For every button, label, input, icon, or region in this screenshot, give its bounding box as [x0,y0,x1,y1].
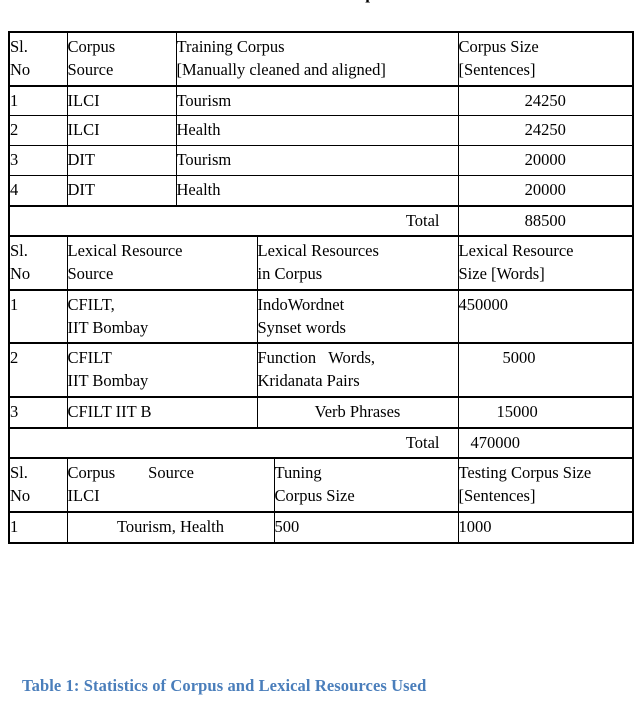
s1-header-sl-no: Sl. No [8,31,68,87]
s2-header-sl-no: Sl. No [8,235,68,291]
table-row: 1 Tourism, Health 500 1000 [8,511,634,544]
s3-row1-tuning-size: 500 [273,511,459,544]
statistics-table: Sl. No Corpus Source Training Corpus [Ma… [8,31,634,544]
s2-header-lexical-resource-size: Lexical Resource Size [Words] [457,235,634,291]
s2-header-lexical-resources-in-corpus: Lexical Resources in Corpus [256,235,459,291]
s2-row1-size: 450000 [457,288,634,344]
table-container: Sl. No Corpus Source Training Corpus [Ma… [8,31,634,544]
s1-row3-source: DIT [66,145,177,176]
s2-row3-size: 15000 [457,395,634,429]
s3-header-tuning-corpus-size: Tuning Corpus Size [273,457,459,513]
s3-row1-source: Tourism, Health [66,511,275,544]
table-row: 2 ILCI Health 24250 [8,115,634,147]
s1-total-label: Total [8,204,459,238]
table-row: 4 DIT Health 20000 [8,174,634,207]
s1-row2-corpus: Health [175,115,459,147]
table-row: 2 CFILT IIT Bombay Function Words, Krida… [8,342,634,398]
table-caption: Table 1: Statistics of Corpus and Lexica… [22,676,427,695]
s1-row4-sl-no: 4 [8,174,68,207]
s1-header-training-corpus: Training Corpus [Manually cleaned and al… [175,31,459,87]
section2-header-row: Sl. No Lexical Resource Source Lexical R… [8,235,634,291]
s1-row3-corpus: Tourism [175,145,459,176]
s2-row1-resource: IndoWordnet Synset words [256,288,459,344]
s2-total-label: Total [8,426,459,460]
section1-total-row: Total 88500 [8,204,634,238]
s1-total-value: 88500 [457,204,634,238]
section3-header-row: Sl. No Corpus Source ILCI Tuning Corpus … [8,457,634,513]
s1-row2-source: ILCI [66,115,177,147]
s1-row4-size: 20000 [457,174,634,207]
s2-row3-source: CFILT IIT B [66,395,258,429]
s2-row3-resource: Verb Phrases [256,395,459,429]
section1-header-row: Sl. No Corpus Source Training Corpus [Ma… [8,31,634,87]
s1-row1-size: 24250 [457,84,634,117]
s2-row2-sl-no: 2 [8,342,68,398]
s1-header-corpus-source: Corpus Source [66,31,177,87]
s1-row2-size: 24250 [457,115,634,147]
s2-row2-resource: Function Words, Kridanata Pairs [256,342,459,398]
s2-row2-size: 5000 [457,342,634,398]
s1-row2-sl-no: 2 [8,115,68,147]
table-row: 3 CFILT IIT B Verb Phrases 15000 [8,395,634,429]
s2-total-value: 470000 [457,426,634,460]
s1-row1-corpus: Tourism [175,84,459,117]
s2-row3-sl-no: 3 [8,395,68,429]
s3-header-corpus-source: Corpus Source ILCI [66,457,275,513]
section2-total-row: Total 470000 [8,426,634,460]
s2-row1-source: CFILT, IIT Bombay [66,288,258,344]
s2-header-lexical-resource-source: Lexical Resource Source [66,235,258,291]
table-row: 1 ILCI Tourism 24250 [8,84,634,117]
table-row: 1 CFILT, IIT Bombay IndoWordnet Synset w… [8,288,634,344]
table-row: 3 DIT Tourism 20000 [8,145,634,176]
s3-row1-testing-size: 1000 [457,511,634,544]
s1-row4-corpus: Health [175,174,459,207]
s1-header-corpus-size: Corpus Size [Sentences] [457,31,634,87]
s2-row2-source: CFILT IIT Bombay [66,342,258,398]
s1-row4-source: DIT [66,174,177,207]
s3-row1-sl-no: 1 [8,511,68,544]
clipped-heading-above-table: Statistics of Corpus [0,0,640,4]
s3-header-sl-no: Sl. No [8,457,68,513]
s1-row1-sl-no: 1 [8,84,68,117]
s1-row1-source: ILCI [66,84,177,117]
s1-row3-sl-no: 3 [8,145,68,176]
s2-row1-sl-no: 1 [8,288,68,344]
s3-header-testing-corpus-size: Testing Corpus Size [Sentences] [457,457,634,513]
s1-row3-size: 20000 [457,145,634,176]
